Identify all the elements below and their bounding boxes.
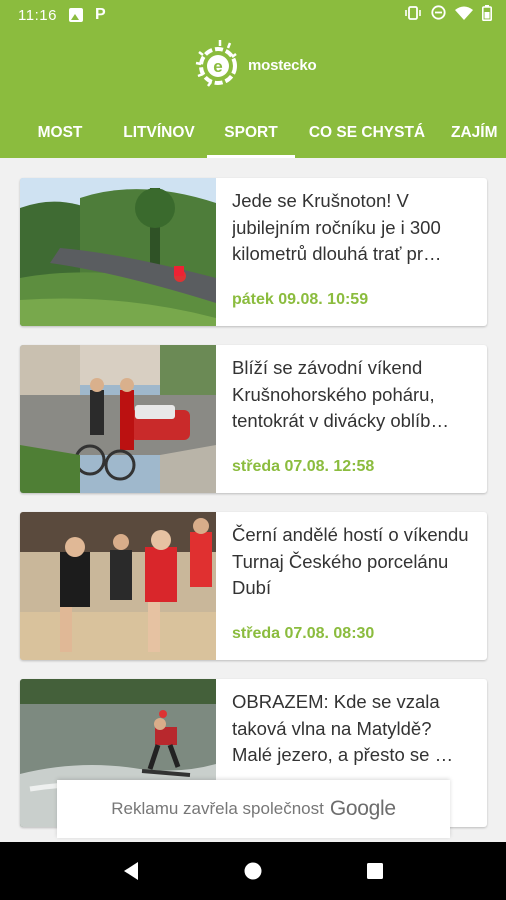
article-title: Jede se Krušnoton! V jubilejním ročníku …	[232, 190, 442, 264]
tab-co-se-chysta[interactable]: CO SE CHYSTÁ	[305, 108, 429, 158]
google-wordmark: Google	[329, 797, 396, 820]
system-nav-bar	[0, 842, 506, 900]
article-title: Černí andělé hostí o víkendu Turnaj Česk…	[232, 524, 469, 598]
logo-e-icon: e	[195, 40, 237, 87]
vibrate-icon	[404, 5, 422, 25]
app-header: 11:16 P e mostecko MOST LITVÍNOV SPORT C…	[0, 0, 506, 158]
street-race-spectators-photo	[20, 345, 216, 493]
dnd-icon	[431, 5, 446, 25]
article-date: pátek 09.08. 10:59	[232, 291, 369, 308]
tab-label: LITVÍNOV	[123, 124, 195, 141]
wifi-icon	[455, 6, 473, 25]
article-date: středa 07.08. 08:30	[232, 625, 375, 642]
svg-text:e: e	[213, 57, 222, 76]
logo-text: mostecko	[248, 56, 317, 74]
cyclist-road-photo	[20, 178, 216, 326]
home-icon[interactable]	[233, 851, 273, 891]
article-title: Blíží se závodní víkend Krušnohorského p…	[232, 357, 449, 431]
tab-most[interactable]: MOST	[31, 108, 89, 158]
closed-ad-banner: Reklamu zavřela společnost Google	[57, 780, 450, 838]
back-icon[interactable]	[111, 851, 151, 891]
tab-sport[interactable]: SPORT	[207, 108, 295, 158]
article-card[interactable]: Blíží se závodní víkend Krušnohorského p…	[20, 345, 487, 493]
category-tabs: MOST LITVÍNOV SPORT CO SE CHYSTÁ ZAJÍM	[0, 108, 506, 158]
status-bar: 11:16 P	[0, 0, 506, 30]
app-logo[interactable]: e mostecko	[190, 36, 317, 94]
p-icon: P	[94, 6, 106, 23]
tab-label: SPORT	[224, 124, 278, 141]
tab-label: MOST	[37, 124, 83, 141]
handball-players-photo	[20, 512, 216, 660]
article-card[interactable]: Jede se Krušnoton! V jubilejním ročníku …	[20, 178, 487, 326]
article-title: OBRAZEM: Kde se vzala taková vlna na Mat…	[232, 691, 454, 765]
tab-label: CO SE CHYSTÁ	[308, 124, 426, 141]
status-time: 11:16	[18, 6, 57, 24]
recents-icon[interactable]	[355, 851, 395, 891]
tab-label: ZAJÍM	[451, 124, 498, 141]
tab-litvinov[interactable]: LITVÍNOV	[117, 108, 201, 158]
image-icon	[68, 8, 83, 22]
battery-icon	[482, 4, 492, 26]
article-date: středa 07.08. 12:58	[232, 458, 375, 475]
tab-zajimavosti[interactable]: ZAJÍM	[451, 108, 506, 158]
ad-closed-text: Reklamu zavřela společnost	[111, 799, 324, 818]
article-card[interactable]: Černí andělé hostí o víkendu Turnaj Česk…	[20, 512, 487, 660]
